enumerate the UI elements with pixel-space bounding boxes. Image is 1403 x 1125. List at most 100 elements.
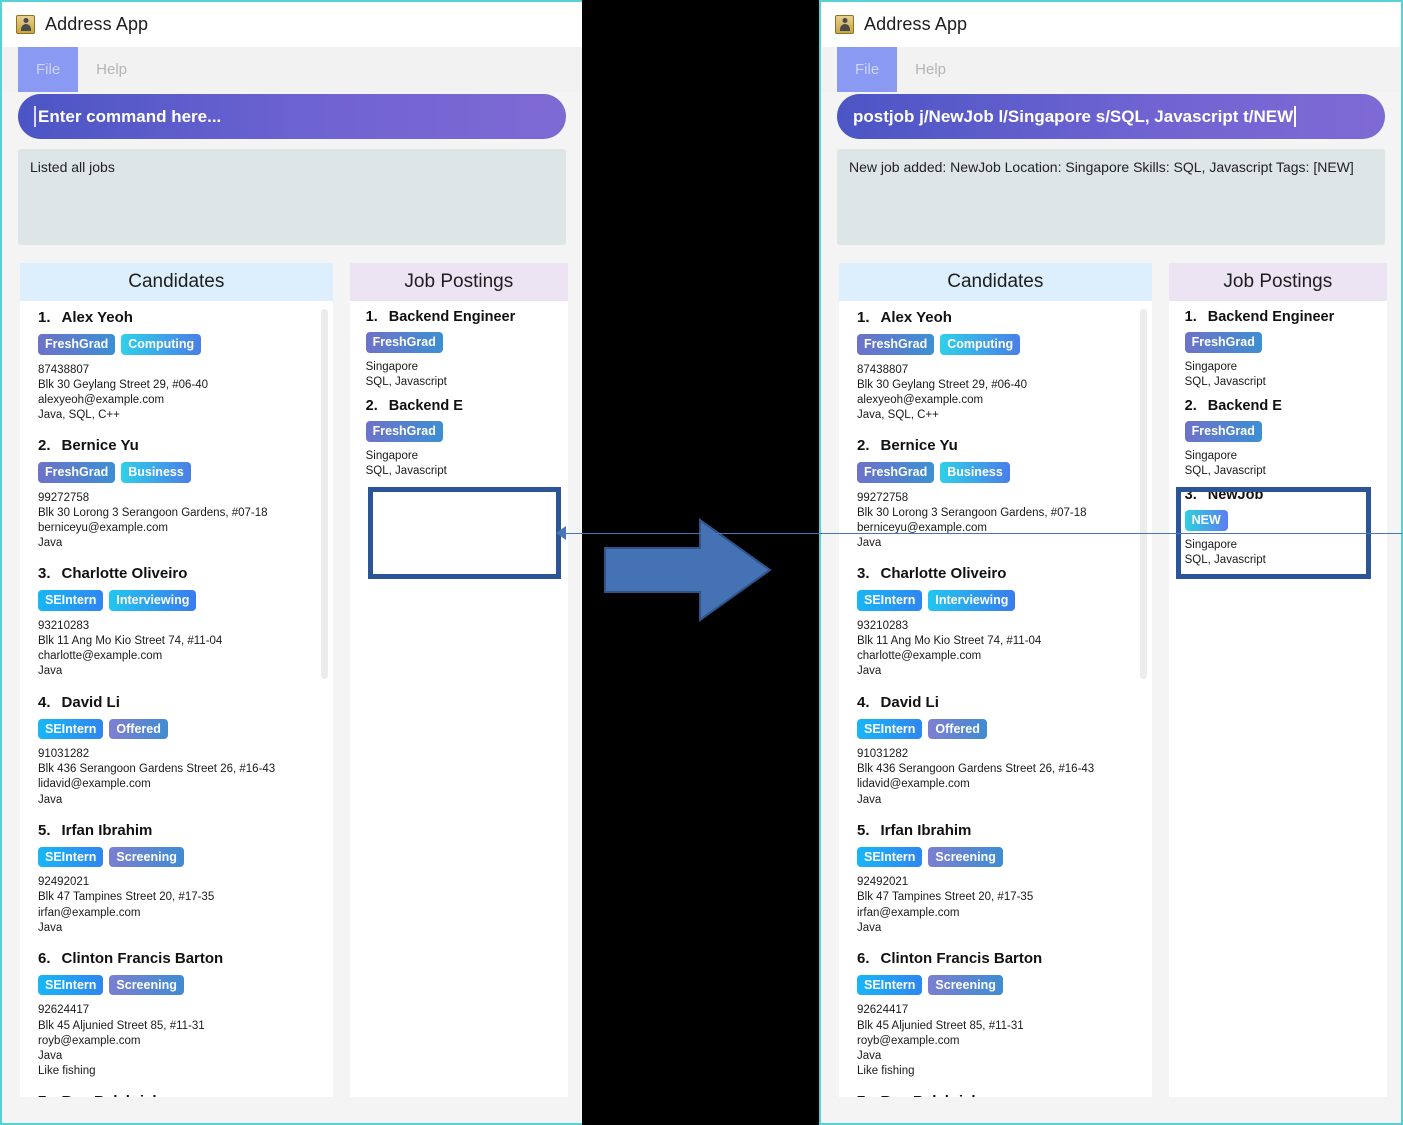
candidate-list-item[interactable]: 3. Charlotte Oliveiro SEIntern Interviewing…: [839, 565, 1152, 679]
candidate-detail-line: Blk 30 Lorong 3 Serangoon Gardens, #07-1…: [38, 506, 268, 519]
candidate-detail-line: Java: [857, 1049, 882, 1062]
candidate-heading: 1. Alex Yeoh: [38, 309, 317, 326]
candidate-name: Alex Yeoh: [61, 309, 133, 326]
candidate-index: 5.: [857, 821, 870, 839]
job-list-item[interactable]: 2. Backend E FreshGrad Singapore SQL, Javasc…: [1169, 398, 1387, 479]
candidate-list-item[interactable]: 4. David Li SEIntern Offered 91031282 Blk 436…: [839, 694, 1152, 808]
menu-item-file[interactable]: File: [837, 47, 898, 92]
jobs-panel-after: Job Postings 1. Backend Engineer FreshGrad…: [1168, 263, 1387, 1097]
candidates-list-before[interactable]: 1. Alex Yeoh FreshGrad Computing 87438807 Blk…: [20, 301, 333, 1097]
candidate-tag: SEIntern: [857, 974, 923, 996]
candidate-list-item[interactable]: 3. Charlotte Oliveiro SEIntern Interviewing…: [20, 565, 333, 679]
right-arrow-icon: [604, 518, 772, 622]
job-list-item[interactable]: 1. Backend Engineer FreshGrad Singapore SQL,…: [350, 309, 568, 390]
candidate-detail-line: Blk 436 Serangoon Gardens Street 26, #16…: [38, 763, 276, 776]
command-input-after[interactable]: postjob j/NewJob l/Singapore s/SQL, Java…: [837, 94, 1385, 139]
candidate-detail-line: 92492021: [38, 876, 90, 889]
candidate-detail-line: Java: [857, 537, 882, 550]
connector-arrowhead-icon: [556, 526, 566, 540]
candidate-list-item[interactable]: 7. Roy Balakrishnan: [839, 1093, 1152, 1097]
text-caret-icon: [1294, 106, 1297, 127]
jobs-list-before[interactable]: 1. Backend Engineer FreshGrad Singapore SQL,…: [349, 301, 568, 1097]
job-index: 2.: [1184, 398, 1197, 415]
candidate-name: Alex Yeoh: [880, 309, 952, 326]
job-tags: FreshGrad: [1184, 421, 1377, 442]
menu-item-file[interactable]: File: [18, 47, 79, 92]
candidate-details: 93210283 Blk 11 Ang Mo Kio Street 74, #11…: [857, 619, 1136, 680]
candidate-tag: Interviewing: [928, 590, 1016, 611]
result-wrapper: Listed all jobs: [2, 139, 582, 245]
candidate-list-item[interactable]: 2. Bernice Yu FreshGrad Business 99272758 Blk…: [839, 437, 1152, 551]
result-display-before: Listed all jobs: [18, 149, 566, 245]
candidate-details: 99272758 Blk 30 Lorong 3 Serangoon Garden…: [857, 491, 1136, 552]
candidate-list-item[interactable]: 6. Clinton Francis Barton SEIntern Screenin…: [20, 950, 333, 1079]
candidate-tag: Screening: [928, 846, 1003, 868]
candidate-tag: SEIntern: [38, 846, 104, 868]
candidate-heading: 5. Irfan Ibrahim: [857, 822, 1136, 839]
candidate-heading: 5. Irfan Ibrahim: [38, 822, 317, 839]
job-list-item[interactable]: 2. Backend E FreshGrad Singapore SQL, Javasc…: [350, 398, 568, 479]
job-title: Backend Engineer: [1207, 309, 1335, 325]
candidate-list-item[interactable]: 1. Alex Yeoh FreshGrad Computing 87438807 Blk…: [20, 309, 333, 423]
candidate-tag: SEIntern: [38, 590, 104, 611]
candidate-tag: SEIntern: [38, 974, 104, 996]
candidate-tags: SEIntern Screening: [857, 974, 1136, 996]
candidate-list-item[interactable]: 1. Alex Yeoh FreshGrad Computing 87438807 Blk…: [839, 309, 1152, 423]
job-details: Singapore SQL, Javascript: [366, 360, 558, 391]
candidate-tag: FreshGrad: [857, 462, 935, 483]
candidate-heading: 1. Alex Yeoh: [857, 309, 1136, 326]
candidate-heading: 4. David Li: [857, 694, 1136, 711]
candidate-heading: 2. Bernice Yu: [38, 437, 317, 454]
candidate-list-item[interactable]: 7. Roy Balakrishnan: [20, 1093, 333, 1097]
candidate-heading: 2. Bernice Yu: [857, 437, 1136, 454]
job-heading: 1. Backend Engineer: [1185, 309, 1377, 325]
job-location: Singapore: [1184, 449, 1238, 462]
candidates-list-after[interactable]: 1. Alex Yeoh FreshGrad Computing 87438807 Blk…: [839, 301, 1152, 1097]
job-skills: SQL, Javascript: [365, 464, 447, 477]
candidate-tags: SEIntern Screening: [38, 974, 317, 996]
title-bar: Address App: [2, 2, 582, 47]
candidate-tags: FreshGrad Business: [857, 462, 1136, 483]
candidates-scrollbar[interactable]: [320, 309, 328, 679]
candidate-detail-line: 92624417: [38, 1004, 90, 1017]
candidates-scrollbar[interactable]: [1139, 309, 1147, 679]
candidate-index: 1.: [38, 309, 51, 326]
candidate-list-item[interactable]: 2. Bernice Yu FreshGrad Business 99272758 Blk…: [20, 437, 333, 551]
candidate-detail-line: irfan@example.com: [857, 906, 960, 919]
candidate-tag: SEIntern: [857, 718, 923, 740]
candidate-detail-line: Blk 11 Ang Mo Kio Street 74, #11-04: [38, 635, 223, 648]
candidate-detail-line: charlotte@example.com: [857, 650, 982, 663]
candidate-detail-line: Java, SQL, C++: [38, 409, 120, 422]
candidate-list-item[interactable]: 6. Clinton Francis Barton SEIntern Screenin…: [839, 950, 1152, 1079]
candidate-list-item[interactable]: 4. David Li SEIntern Offered 91031282 Blk 436…: [20, 694, 333, 808]
candidate-heading: 6. Clinton Francis Barton: [38, 950, 317, 967]
candidate-tags: SEIntern Interviewing: [38, 590, 317, 611]
job-list-item[interactable]: 1. Backend Engineer FreshGrad Singapore SQL,…: [1169, 309, 1387, 390]
candidate-detail-line: alexyeoh@example.com: [38, 393, 165, 406]
candidate-tag: Business: [940, 462, 1010, 483]
title-bar: Address App: [821, 2, 1401, 47]
candidate-details: 92492021 Blk 47 Tampines Street 20, #17-3…: [857, 875, 1136, 936]
candidate-list-item[interactable]: 5. Irfan Ibrahim SEIntern Screening 92492021…: [839, 822, 1152, 936]
menu-item-help[interactable]: Help: [78, 47, 145, 92]
job-title: Backend Engineer: [388, 309, 516, 325]
candidate-detail-line: Java: [38, 537, 63, 550]
candidate-tag: SEIntern: [857, 846, 923, 868]
candidate-detail-line: Blk 436 Serangoon Gardens Street 26, #16…: [857, 763, 1095, 776]
command-value: postjob j/NewJob l/Singapore s/SQL, Java…: [853, 106, 1294, 126]
candidate-name: Bernice Yu: [880, 437, 958, 455]
candidate-heading: 3. Charlotte Oliveiro: [857, 565, 1136, 582]
candidate-detail-line: 99272758: [857, 491, 909, 504]
candidate-detail-line: 91031282: [38, 748, 90, 761]
candidate-detail-line: 99272758: [38, 491, 90, 504]
candidate-detail-line: 93210283: [38, 619, 90, 632]
candidate-detail-line: Java: [38, 921, 63, 934]
candidate-name: Bernice Yu: [61, 437, 139, 455]
candidate-detail-line: Java: [857, 665, 882, 678]
job-skills: SQL, Javascript: [1184, 464, 1266, 477]
jobs-list-after[interactable]: 1. Backend Engineer FreshGrad Singapore SQL,…: [1168, 301, 1387, 1097]
candidate-tags: SEIntern Offered: [38, 718, 317, 740]
candidate-list-item[interactable]: 5. Irfan Ibrahim SEIntern Screening 92492021…: [20, 822, 333, 936]
command-input-before[interactable]: Enter command here...: [18, 94, 566, 139]
menu-item-help[interactable]: Help: [897, 47, 964, 92]
